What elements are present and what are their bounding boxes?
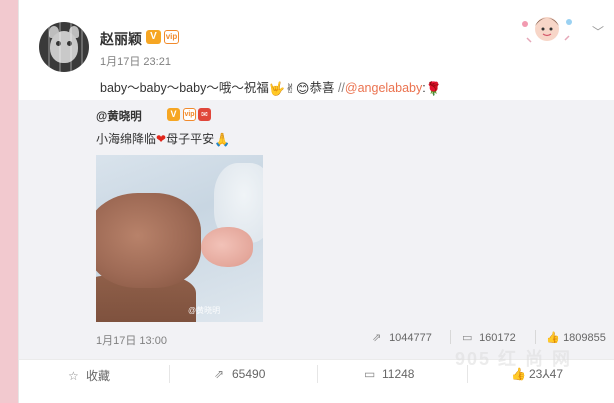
- comment-label: 11248: [382, 367, 415, 381]
- comment-count-value: 160172: [479, 332, 516, 344]
- photo-watermark: @黄晓明: [188, 306, 221, 315]
- repost-text: 小海绵降临❤母子平安🙏: [96, 130, 230, 148]
- comment-icon: ▭: [364, 367, 376, 381]
- divider: [450, 330, 451, 344]
- comment-button[interactable]: ▭ 11248: [364, 367, 414, 381]
- comment-count[interactable]: ▭ 160172: [462, 331, 516, 344]
- repost-count[interactable]: ⇗ 1044777: [372, 331, 432, 344]
- gift-badge-icon[interactable]: ✉: [198, 108, 211, 121]
- post-text-after: 恭喜: [309, 81, 335, 95]
- like-count[interactable]: 👍 1809855: [546, 331, 606, 344]
- like-count-value: 1809855: [563, 332, 606, 344]
- repost-slash: //: [334, 81, 345, 95]
- post-text: baby～baby～baby～哦～祝福🤟✌😊恭喜 //@angelababy:🌹: [100, 77, 442, 97]
- verified-badge[interactable]: V: [167, 108, 180, 121]
- comment-icon: ▭: [462, 332, 473, 344]
- post-text-main: baby～baby～baby～哦～祝福: [100, 81, 269, 95]
- weibo-post-card: 赵丽颖 V vip 1月17日 23:21 ﹀ baby～baby～baby～哦…: [18, 0, 614, 403]
- baby-fist: [201, 227, 253, 267]
- rose-icon: 🌹: [425, 81, 442, 96]
- repost-text-before: 小海绵降临: [96, 132, 157, 146]
- repost-box: @黄晓明 V vip ✉ 小海绵降临❤母子平安🙏 @黄晓明 1月17日 13:0…: [19, 100, 614, 359]
- repost-author[interactable]: @黄晓明: [96, 108, 142, 124]
- username[interactable]: 赵丽颖: [100, 29, 142, 49]
- repost-photo[interactable]: @黄晓明: [96, 155, 263, 322]
- cartoon-sticker-icon: [522, 17, 572, 43]
- favorite-label: 收藏: [86, 369, 111, 383]
- vip-badge[interactable]: vip: [164, 30, 179, 44]
- star-icon: ☆: [68, 369, 79, 383]
- thumbs-up-icon: 👍: [546, 332, 560, 344]
- repost-text-after: 母子平安: [166, 132, 215, 146]
- repost-timestamp[interactable]: 1月17日 13:00: [96, 332, 167, 348]
- vip-badge[interactable]: vip: [183, 108, 196, 121]
- verified-badge[interactable]: V: [146, 30, 161, 44]
- divider: [535, 330, 536, 344]
- divider: [169, 365, 170, 383]
- emoji-icons: 🤟✌😊: [268, 81, 310, 96]
- avatar-cage: [39, 22, 89, 72]
- adult-fist: [96, 193, 201, 288]
- site-watermark: 905 红 尚 网: [455, 349, 573, 369]
- pray-icon: 🙏: [214, 132, 231, 147]
- avatar[interactable]: [39, 22, 89, 72]
- repost-label: 65490: [232, 367, 266, 381]
- divider: [317, 365, 318, 383]
- share-icon: ⇗: [372, 332, 382, 344]
- favorite-button[interactable]: ☆ 收藏: [68, 367, 110, 384]
- repost-count-value: 1044777: [389, 332, 432, 344]
- heart-icon: ❤: [156, 132, 167, 146]
- repost-button[interactable]: ⇗ 65490: [214, 367, 265, 381]
- chevron-down-icon[interactable]: ﹀: [592, 23, 604, 40]
- post-timestamp[interactable]: 1月17日 23:21: [100, 53, 171, 69]
- share-icon: ⇗: [214, 367, 225, 381]
- mention-link[interactable]: @angelababy: [345, 81, 422, 95]
